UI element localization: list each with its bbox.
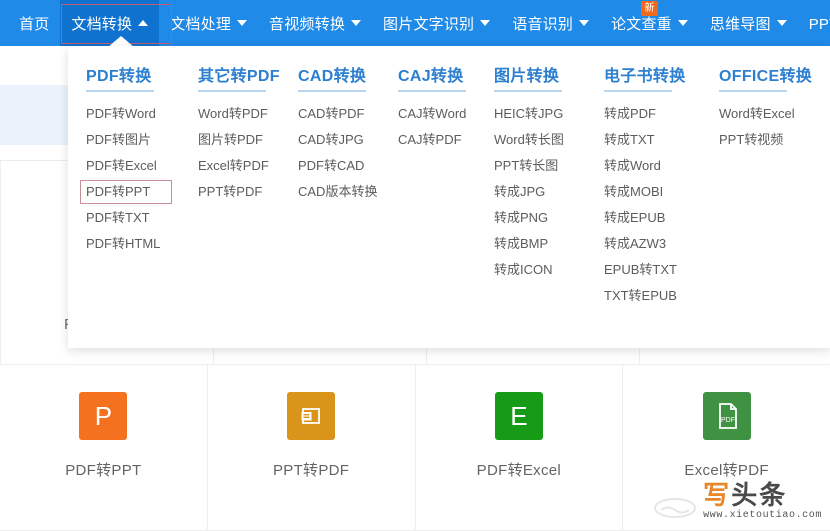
powerpoint-file-icon: P bbox=[79, 392, 128, 440]
feature-card-row: P PDF转PPT PPT转PDF E PDF转Excel PDF Excel转… bbox=[0, 364, 830, 531]
nav-item-av-conversion[interactable]: 音视频转换 bbox=[258, 0, 372, 46]
menu-column-title: 图片转换 bbox=[494, 68, 560, 85]
menu-column-ebook-conversion: 电子书转换 转成PDF 转成TXT 转成Word 转成MOBI 转成EPUB 转… bbox=[586, 62, 701, 348]
nav-item-mind-map[interactable]: 思维导图 bbox=[699, 0, 798, 46]
card-ppt-to-pdf[interactable]: PPT转PDF bbox=[207, 365, 416, 531]
menu-column-title: CAJ转换 bbox=[398, 68, 464, 85]
menu-item-image-to-pdf[interactable]: 图片转PDF bbox=[198, 127, 280, 153]
menu-item-excel-to-pdf[interactable]: Excel转PDF bbox=[198, 153, 280, 179]
menu-column-underline bbox=[398, 90, 466, 92]
menu-column-underline bbox=[604, 90, 672, 92]
menu-item-caj-to-word[interactable]: CAJ转Word bbox=[398, 101, 476, 127]
menu-column-underline bbox=[494, 90, 562, 92]
menu-item-ppt-to-video[interactable]: PPT转视频 bbox=[719, 127, 821, 153]
chevron-down-icon bbox=[351, 20, 362, 26]
nav-item-label: 语音识别 bbox=[512, 15, 574, 33]
menu-item-epub-to-txt[interactable]: EPUB转TXT bbox=[604, 257, 701, 283]
menu-item-txt-to-epub[interactable]: TXT转EPUB bbox=[604, 283, 701, 309]
nav-item-document-processing[interactable]: 文档处理 bbox=[159, 0, 258, 46]
card-label: PDF转Excel bbox=[476, 462, 562, 479]
menu-column-other-to-pdf: 其它转PDF Word转PDF 图片转PDF Excel转PDF PPT转PDF bbox=[180, 62, 280, 348]
nav-item-home[interactable]: 首页 bbox=[8, 0, 60, 46]
menu-item-cad-version-convert[interactable]: CAD版本转换 bbox=[298, 179, 380, 205]
new-badge: 新 bbox=[641, 1, 658, 16]
menu-item-to-png[interactable]: 转成PNG bbox=[494, 205, 586, 231]
chevron-down-icon bbox=[480, 20, 491, 26]
menu-column-underline bbox=[86, 90, 154, 92]
nav-item-label: 文档处理 bbox=[170, 15, 232, 33]
menu-item-to-pdf[interactable]: 转成PDF bbox=[604, 101, 701, 127]
menu-item-ppt-to-longimage[interactable]: PPT转长图 bbox=[494, 153, 586, 179]
menu-item-cad-to-pdf[interactable]: CAD转PDF bbox=[298, 101, 380, 127]
nav-item-label: 思维导图 bbox=[709, 15, 771, 33]
nav-item-label: 文档转换 bbox=[71, 15, 133, 33]
menu-column-title: PDF转换 bbox=[86, 68, 152, 85]
nav-item-ppt-template[interactable]: PPT模 bbox=[798, 0, 830, 46]
menu-column-caj-conversion: CAJ转换 CAJ转Word CAJ转PDF bbox=[380, 62, 476, 348]
menu-column-title: CAD转换 bbox=[298, 68, 367, 85]
menu-item-pdf-to-excel[interactable]: PDF转Excel bbox=[86, 153, 180, 179]
nav-item-speech-recognition[interactable]: 语音识别 bbox=[501, 0, 600, 46]
menu-column-image-conversion: 图片转换 HEIC转JPG Word转长图 PPT转长图 转成JPG 转成PNG… bbox=[476, 62, 586, 348]
nav-item-label: 图片文字识别 bbox=[383, 15, 475, 33]
nav-item-image-ocr[interactable]: 图片文字识别 bbox=[372, 0, 501, 46]
chevron-down-icon bbox=[237, 20, 248, 26]
menu-column-title: 其它转PDF bbox=[198, 68, 280, 85]
chevron-down-icon bbox=[677, 20, 688, 26]
nav-item-label: 首页 bbox=[19, 15, 50, 33]
menu-item-word-to-excel[interactable]: Word转Excel bbox=[719, 101, 821, 127]
card-icon-glyph: P bbox=[94, 400, 113, 431]
menu-item-pdf-to-cad[interactable]: PDF转CAD bbox=[298, 153, 380, 179]
card-label: PDF转PPT bbox=[65, 462, 142, 479]
menu-item-to-bmp[interactable]: 转成BMP bbox=[494, 231, 586, 257]
menu-item-pdf-to-word[interactable]: PDF转Word bbox=[86, 101, 180, 127]
chevron-up-icon bbox=[138, 20, 149, 26]
nav-item-paper-plagiarism-check[interactable]: 新 论文查重 bbox=[600, 0, 699, 46]
chevron-down-icon bbox=[776, 20, 787, 26]
menu-item-to-azw3[interactable]: 转成AZW3 bbox=[604, 231, 701, 257]
card-pdf-to-ppt[interactable]: P PDF转PPT bbox=[0, 365, 208, 531]
menu-item-to-jpg[interactable]: 转成JPG bbox=[494, 179, 586, 205]
card-pdf-to-excel[interactable]: E PDF转Excel bbox=[415, 365, 624, 531]
chevron-down-icon bbox=[579, 20, 590, 26]
menu-column-underline bbox=[298, 90, 366, 92]
menu-item-pdf-to-image[interactable]: PDF转图片 bbox=[86, 127, 180, 153]
menu-column-office-conversion: OFFICE转换 Word转Excel PPT转视频 bbox=[701, 62, 821, 348]
menu-column-title: OFFICE转换 bbox=[719, 68, 813, 85]
grid-divider bbox=[0, 161, 1, 369]
menu-item-to-txt[interactable]: 转成TXT bbox=[604, 127, 701, 153]
menu-item-ppt-to-pdf[interactable]: PPT转PDF bbox=[198, 179, 280, 205]
card-label: Excel转PDF bbox=[684, 462, 769, 479]
menu-item-to-mobi[interactable]: 转成MOBI bbox=[604, 179, 701, 205]
menu-column-underline bbox=[198, 90, 266, 92]
menu-item-caj-to-pdf[interactable]: CAJ转PDF bbox=[398, 127, 476, 153]
excel-file-icon: E bbox=[494, 392, 543, 440]
svg-text:PDF: PDF bbox=[721, 417, 735, 424]
menu-item-pdf-to-txt[interactable]: PDF转TXT bbox=[86, 205, 180, 231]
menu-item-pdf-to-ppt[interactable]: PDF转PPT bbox=[80, 179, 180, 205]
card-label: PPT转PDF bbox=[272, 462, 350, 479]
menu-item-heic-to-jpg[interactable]: HEIC转JPG bbox=[494, 101, 586, 127]
menu-column-underline bbox=[719, 90, 787, 92]
card-icon-glyph: E bbox=[510, 400, 528, 431]
menu-item-to-word[interactable]: 转成Word bbox=[604, 153, 701, 179]
nav-item-label: PPT模 bbox=[808, 15, 830, 33]
menu-item-word-to-pdf[interactable]: Word转PDF bbox=[198, 101, 280, 127]
menu-item-cad-to-jpg[interactable]: CAD转JPG bbox=[298, 127, 380, 153]
menu-column-cad-conversion: CAD转换 CAD转PDF CAD转JPG PDF转CAD CAD版本转换 bbox=[280, 62, 380, 348]
ppt-to-pdf-icon bbox=[287, 392, 336, 440]
menu-item-word-to-longimage[interactable]: Word转长图 bbox=[494, 127, 586, 153]
menu-item-pdf-to-html[interactable]: PDF转HTML bbox=[86, 231, 180, 257]
nav-item-label: 音视频转换 bbox=[269, 15, 346, 33]
menu-column-pdf-conversion: PDF转换 PDF转Word PDF转图片 PDF转Excel PDF转PPT … bbox=[68, 62, 180, 348]
document-conversion-megamenu: PDF转换 PDF转Word PDF转图片 PDF转Excel PDF转PPT … bbox=[68, 46, 830, 348]
menu-item-to-icon[interactable]: 转成ICON bbox=[494, 257, 586, 283]
menu-column-title: 电子书转换 bbox=[604, 68, 686, 85]
menu-item-to-epub[interactable]: 转成EPUB bbox=[604, 205, 701, 231]
card-excel-to-pdf[interactable]: PDF Excel转PDF bbox=[623, 365, 830, 531]
pdf-document-icon: PDF bbox=[702, 392, 751, 440]
